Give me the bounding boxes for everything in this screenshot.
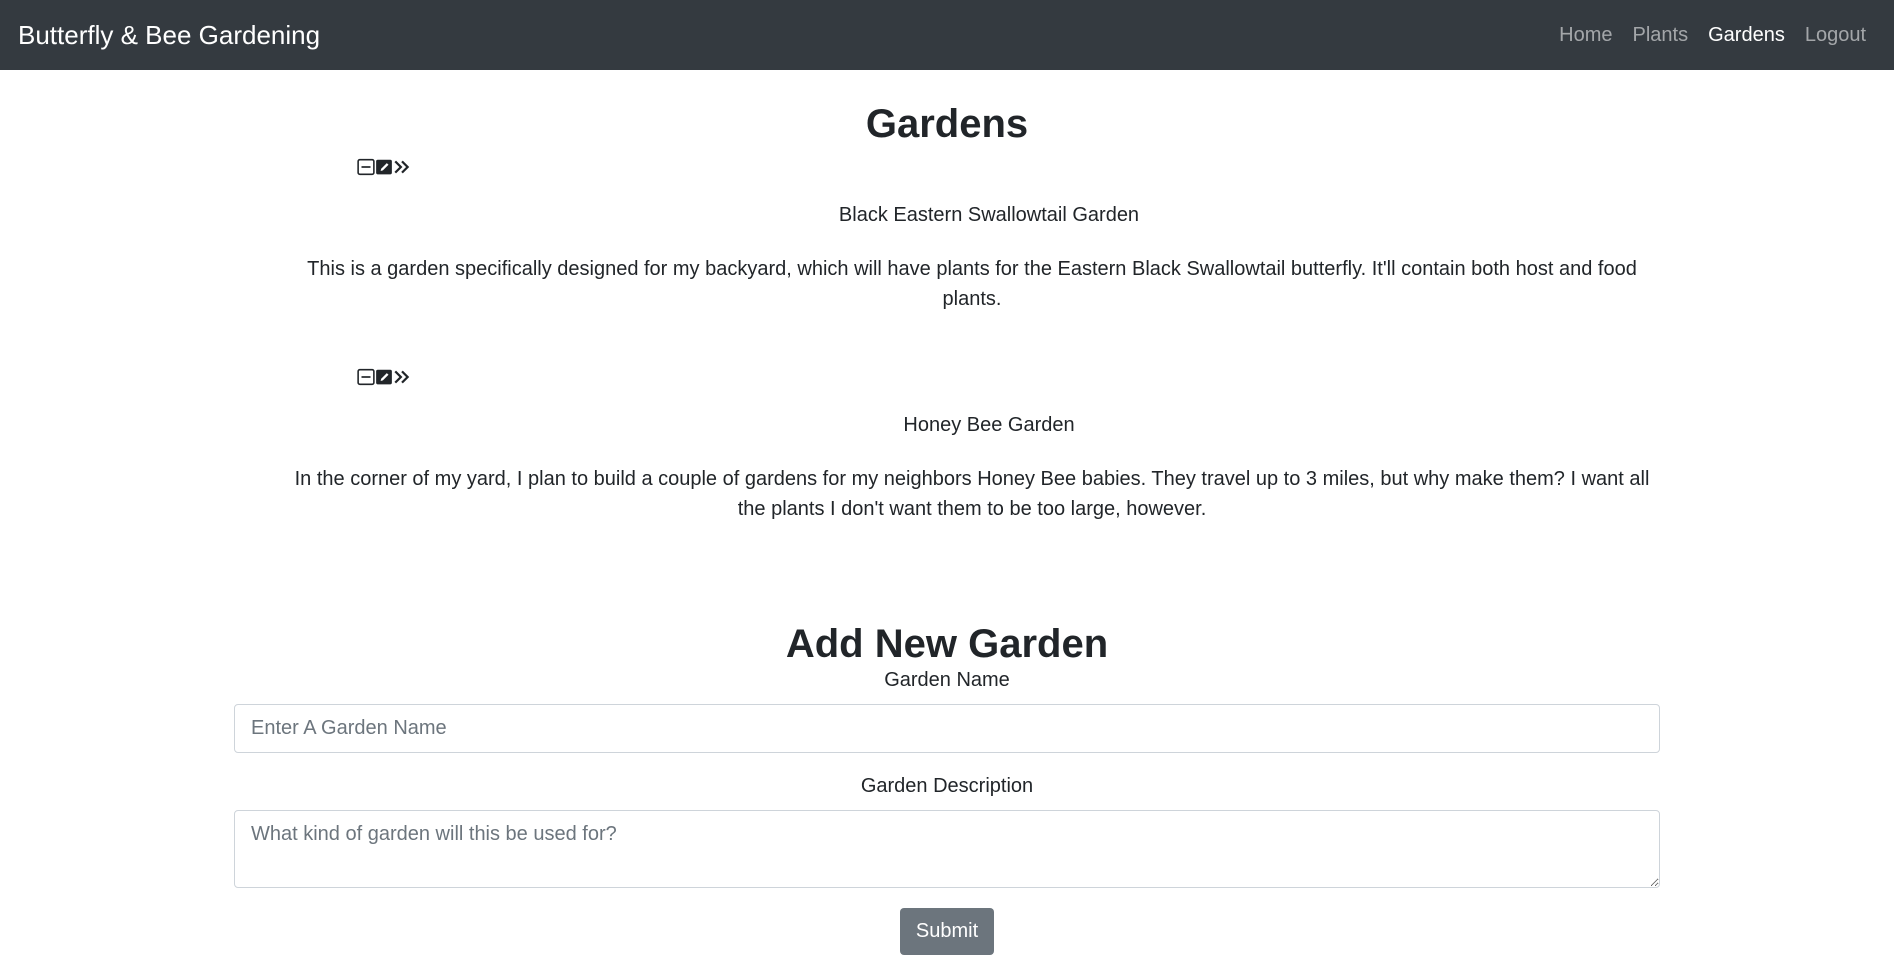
garden-description-input[interactable]	[234, 810, 1660, 888]
garden-description: This is a garden specifically designed f…	[307, 258, 1637, 310]
garden-actions	[357, 368, 411, 386]
minus-square-icon[interactable]	[357, 368, 375, 386]
garden-card: Honey Bee Garden In the corner of my yar…	[0, 356, 1894, 566]
minus-square-icon[interactable]	[357, 158, 375, 176]
nav-links: Home Plants Gardens Logout	[1549, 24, 1876, 47]
nav-home[interactable]: Home	[1549, 24, 1622, 47]
garden-actions	[357, 158, 411, 176]
chevron-double-right-icon[interactable]	[393, 158, 411, 176]
form-title: Add New Garden	[785, 622, 1109, 666]
garden-name: Honey Bee Garden	[903, 414, 1075, 436]
brand-link[interactable]: Butterfly & Bee Gardening	[18, 20, 320, 51]
garden-name: Black Eastern Swallowtail Garden	[838, 204, 1140, 226]
garden-name-input[interactable]	[234, 704, 1660, 753]
submit-wrap: Submit	[234, 908, 1660, 955]
add-garden-form: Garden Name Garden Description Submit	[234, 669, 1660, 955]
navbar: Butterfly & Bee Gardening Home Plants Ga…	[0, 0, 1894, 70]
nav-logout[interactable]: Logout	[1795, 24, 1876, 47]
garden-description-label: Garden Description	[860, 775, 1034, 797]
page-title: Gardens	[865, 102, 1029, 146]
nav-plants[interactable]: Plants	[1623, 24, 1699, 47]
submit-button[interactable]: Submit	[899, 908, 995, 955]
pencil-square-icon[interactable]	[375, 158, 393, 176]
garden-name-label: Garden Name	[884, 669, 1010, 691]
chevron-double-right-icon[interactable]	[393, 368, 411, 386]
garden-description: In the corner of my yard, I plan to buil…	[294, 468, 1650, 520]
pencil-square-icon[interactable]	[375, 368, 393, 386]
garden-card: Black Eastern Swallowtail Garden This is…	[0, 146, 1894, 356]
nav-gardens[interactable]: Gardens	[1698, 24, 1795, 47]
